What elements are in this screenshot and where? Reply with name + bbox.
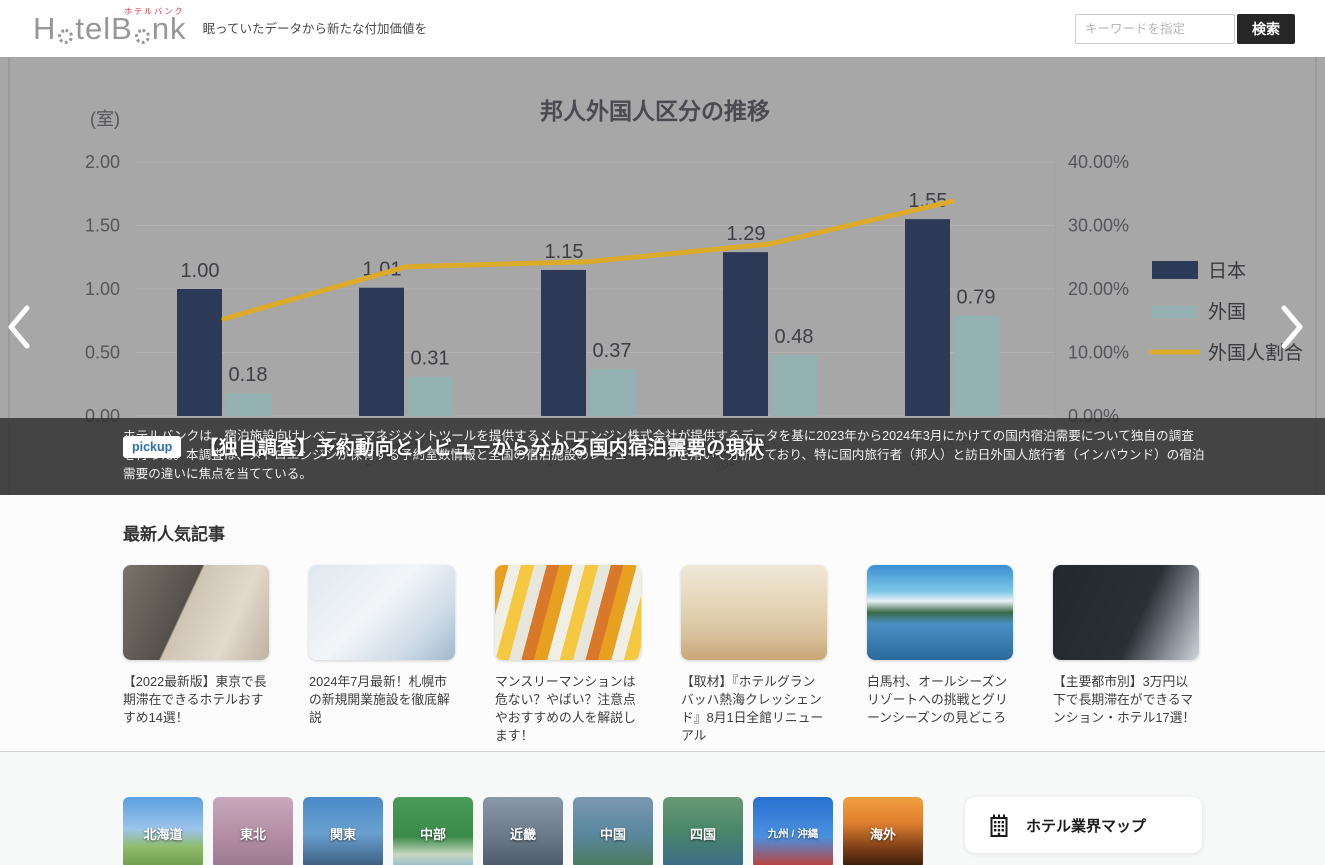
logo-text-telb: telB (75, 13, 132, 44)
article-title: マンスリーマンションは危ない？やばい？注意点やおすすめの人を解説します！ (495, 673, 641, 745)
region-tile-tohoku[interactable]: 東北 (213, 797, 293, 865)
svg-text:1.00: 1.00 (85, 279, 120, 299)
svg-text:0.79: 0.79 (957, 287, 996, 309)
region-label: 北海道 (143, 824, 182, 843)
carousel-prev-button[interactable] (6, 304, 46, 364)
hero-caption: pickup 【独自調査】予約動向とレビューから分かる国内宿泊需要の現状 (123, 433, 765, 460)
article-title: 【2022最新版】東京で長期滞在できるホテルおすすめ14選！ (123, 673, 269, 727)
region-tile-row: 北海道 東北 関東 中部 近畿 中国 四国 九州 / 沖縄 海外 (123, 797, 923, 865)
article-thumbnail-facade (495, 565, 641, 660)
article-title: 【主要都市別】3万円以下で長期滞在ができるマンション・ホテル17選！ (1053, 673, 1199, 727)
industry-map-label: ホテル業界マップ (1026, 815, 1146, 836)
article-thumbnail-charts (309, 565, 455, 660)
logo-dotted-o-icon (58, 29, 73, 44)
svg-text:日本: 日本 (1208, 260, 1246, 282)
article-card[interactable]: 2024年7月最新！札幌市の新規開業施設を徹底解説 (309, 565, 455, 745)
chevron-left-icon (6, 304, 32, 350)
carousel-next-button[interactable] (1279, 304, 1319, 364)
article-thumbnail-lake (867, 565, 1013, 660)
svg-text:1.00: 1.00 (181, 260, 220, 282)
region-tile-chugoku[interactable]: 中国 (573, 797, 653, 865)
header-search-area: 検索 (1075, 14, 1295, 44)
article-card-row: 【2022最新版】東京で長期滞在できるホテルおすすめ14選！ 2024年7月最新… (123, 565, 1202, 745)
svg-text:0.37: 0.37 (593, 340, 632, 362)
building-icon (987, 813, 1011, 837)
region-label: 中部 (420, 824, 446, 843)
svg-text:10.00%: 10.00% (1068, 343, 1129, 363)
region-tile-chubu[interactable]: 中部 (393, 797, 473, 865)
logo-text-h: H (33, 13, 56, 44)
region-tile-kinki[interactable]: 近畿 (483, 797, 563, 865)
article-title: 2024年7月最新！札幌市の新規開業施設を徹底解説 (309, 673, 455, 727)
svg-text:0.50: 0.50 (85, 343, 120, 363)
svg-text:1.50: 1.50 (85, 216, 120, 236)
article-card[interactable]: 【取材】『ホテルグランバッハ熱海クレッシェンド』8月1日全館リニューアル (681, 565, 827, 745)
svg-text:邦人外国人区分の推移: 邦人外国人区分の推移 (540, 98, 770, 124)
svg-text:0.18: 0.18 (229, 364, 268, 386)
region-label: 四国 (690, 824, 716, 843)
search-input[interactable] (1075, 14, 1235, 44)
svg-text:外国: 外国 (1208, 301, 1246, 323)
logo-ruby-katakana: ホテルバンク (124, 6, 184, 17)
region-label: 九州 / 沖縄 (768, 826, 819, 841)
svg-text:(室): (室) (90, 109, 120, 129)
svg-text:20.00%: 20.00% (1068, 279, 1129, 299)
hero-carousel: 邦人外国人区分の推移 (室) 2.00 40.00% 1.50 30.00% 1.00 20.… (0, 57, 1325, 495)
hero-article-title[interactable]: 【独自調査】予約動向とレビューから分かる国内宿泊需要の現状 (199, 433, 765, 460)
svg-text:0.31: 0.31 (411, 348, 450, 370)
article-card[interactable]: 白馬村、オールシーズンリゾートへの挑戦とグリーンシーズンの見どころ (867, 565, 1013, 745)
region-label: 近畿 (510, 824, 536, 843)
svg-text:40.00%: 40.00% (1068, 152, 1129, 172)
logo-dotted-a-icon (135, 29, 150, 44)
article-title: 【取材】『ホテルグランバッハ熱海クレッシェンド』8月1日全館リニューアル (681, 673, 827, 745)
svg-text:1.29: 1.29 (727, 223, 766, 245)
svg-text:30.00%: 30.00% (1068, 216, 1129, 236)
logo-text-nk: nk (152, 13, 187, 44)
chevron-right-icon (1279, 304, 1305, 350)
hotelbank-logo[interactable]: H telB nk ホテルバンク (33, 13, 187, 44)
article-card[interactable]: 【主要都市別】3万円以下で長期滞在ができるマンション・ホテル17選！ (1053, 565, 1199, 745)
region-tile-shikoku[interactable]: 四国 (663, 797, 743, 865)
articles-heading: 最新人気記事 (123, 520, 1202, 545)
pickup-badge: pickup (123, 436, 181, 458)
region-tile-kanto[interactable]: 関東 (303, 797, 383, 865)
region-label: 関東 (330, 824, 356, 843)
region-tile-hokkaido[interactable]: 北海道 (123, 797, 203, 865)
search-button[interactable]: 検索 (1237, 14, 1295, 44)
header: H telB nk ホテルバンク 眠っていたデータから新たな付加価値を 検索 (0, 0, 1325, 57)
svg-text:2.00: 2.00 (85, 152, 120, 172)
svg-text:0.48: 0.48 (775, 326, 814, 348)
region-tile-overseas[interactable]: 海外 (843, 797, 923, 865)
region-label: 東北 (240, 824, 266, 843)
article-card[interactable]: マンスリーマンションは危ない？やばい？注意点やおすすめの人を解説します！ (495, 565, 641, 745)
article-thumbnail-lobby (681, 565, 827, 660)
article-thumbnail-dark-room (1053, 565, 1199, 660)
site-tagline: 眠っていたデータから新たな付加価値を (203, 18, 427, 39)
region-label: 中国 (600, 824, 626, 843)
hotel-industry-map-card[interactable]: ホテル業界マップ (965, 797, 1202, 853)
region-tile-kyushu-okinawa[interactable]: 九州 / 沖縄 (753, 797, 833, 865)
region-nav-section: 北海道 東北 関東 中部 近畿 中国 四国 九州 / 沖縄 海外 ホテル業界マッ… (0, 752, 1325, 865)
article-card[interactable]: 【2022最新版】東京で長期滞在できるホテルおすすめ14選！ (123, 565, 269, 745)
article-thumbnail-hotel-room (123, 565, 269, 660)
article-title: 白馬村、オールシーズンリゾートへの挑戦とグリーンシーズンの見どころ (867, 673, 1013, 727)
region-label: 海外 (870, 824, 896, 843)
latest-articles-section: 最新人気記事 【2022最新版】東京で長期滞在できるホテルおすすめ14選！ 20… (0, 495, 1325, 751)
